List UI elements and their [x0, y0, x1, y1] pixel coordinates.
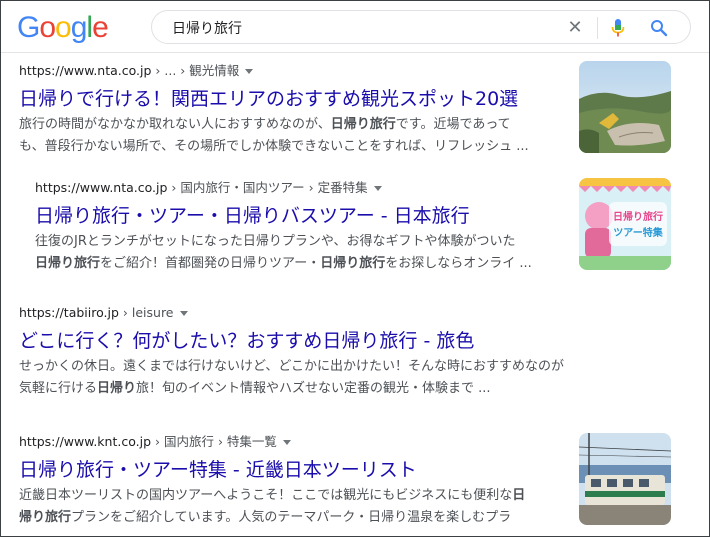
- snippet-line: 往復のJRとランチがセットになった日帰りプランや、お得なギフトや体験がついた: [35, 231, 532, 253]
- logo-letter: o: [55, 11, 72, 44]
- search-result: https://www.knt.co.jp › 国内旅行 › 特集一覧 日帰り旅…: [19, 433, 525, 529]
- result-breadcrumb: › 国内旅行・国内ツアー › 定番特集: [167, 180, 368, 195]
- snippet-text: プランをご紹介しています。人気のテーマパーク・日帰り温泉を楽しむプラ: [71, 510, 512, 525]
- snippet-line: 気軽に行ける日帰り旅！旬のイベント情報やハズせない定番の観光・体験まで ...: [19, 378, 564, 400]
- snippet-line: も、普段行かない場所で、その場所でしか体験できないことをすれば、リフレッシュ .…: [19, 136, 529, 158]
- result-cite[interactable]: https://tabiiro.jp › leisure: [19, 304, 564, 322]
- browser-frame: Google 日帰り旅行 ✕ https://www.nta.co.jp › .…: [0, 0, 710, 537]
- result-url: https://www.nta.co.jp: [35, 180, 168, 195]
- snippet-highlight: 日帰り旅行: [330, 117, 396, 132]
- logo-letter: G: [17, 11, 40, 44]
- chevron-down-icon[interactable]: [245, 69, 254, 74]
- snippet-highlight: 日帰り旅行: [35, 256, 101, 271]
- thumbnail-caption: 日帰り旅行: [613, 210, 663, 223]
- landscape-image: [579, 61, 671, 153]
- chevron-down-icon[interactable]: [282, 440, 291, 445]
- snippet-text: をご紹介！首都圏発の日帰りツアー・: [100, 256, 321, 271]
- train-photo-image: [579, 433, 671, 525]
- snippet-highlight: 日帰り旅行: [320, 256, 386, 271]
- snippet-line: せっかくの休日。遠くまでは行けないけど、どこかに出かけたい！そんな時におすすめな…: [19, 356, 564, 378]
- search-result: https://tabiiro.jp › leisure どこに行く？何がしたい…: [19, 304, 564, 400]
- snippet-line: 旅行の時間がなかなか取れない人におすすめなのが、日帰り旅行です。近場であって: [19, 114, 529, 136]
- search-input[interactable]: 日帰り旅行: [172, 18, 242, 38]
- result-url: https://tabiiro.jp: [19, 305, 119, 320]
- snippet-text: 近畿日本ツーリストの国内ツアーへようこそ！ここでは観光にもビジネスにも便利な: [19, 488, 513, 503]
- snippet-text: 往復のJRとランチがセットになった日帰りプランや、お得なギフトや体験がついた: [35, 234, 516, 249]
- search-icon[interactable]: [650, 19, 668, 37]
- result-thumbnail[interactable]: [579, 61, 671, 153]
- result-title-link[interactable]: 日帰りで行ける！関西エリアのおすすめ観光スポット20選: [19, 86, 529, 112]
- search-header: Google 日帰り旅行 ✕: [1, 1, 709, 53]
- result-url: https://www.knt.co.jp: [19, 434, 152, 449]
- result-breadcrumb: › leisure: [118, 305, 174, 320]
- tour-banner-image: 日帰り旅行 ツアー特集: [579, 178, 671, 270]
- logo-letter: e: [92, 11, 109, 44]
- result-cite[interactable]: https://www.nta.co.jp › ... › 観光情報: [19, 62, 529, 80]
- result-title-link[interactable]: 日帰り旅行・ツアー・日帰りバスツアー - 日本旅行: [35, 203, 532, 229]
- snippet-text: せっかくの休日。遠くまでは行けないけど、どこかに出かけたい！そんな時におすすめな…: [19, 359, 564, 374]
- logo-letter: g: [70, 11, 88, 44]
- result-snippet: せっかくの休日。遠くまでは行けないけど、どこかに出かけたい！そんな時におすすめな…: [19, 356, 564, 400]
- snippet-text: も、普段行かない場所で、その場所でしか体験できないことをすれば、リフレッシュ .…: [19, 139, 529, 154]
- search-box-divider: [597, 17, 598, 39]
- result-url: https://www.nta.co.jp: [19, 63, 152, 78]
- snippet-highlight: 帰り旅行: [19, 510, 72, 525]
- google-logo[interactable]: Google: [17, 11, 109, 44]
- clear-icon[interactable]: ✕: [565, 18, 585, 38]
- thumbnail-caption: ツアー特集: [613, 226, 663, 239]
- snippet-line: 日帰り旅行をご紹介！首都圏発の日帰りツアー・日帰り旅行をお探しならオンライ ..…: [35, 253, 532, 275]
- result-snippet: 旅行の時間がなかなか取れない人におすすめなのが、日帰り旅行です。近場であって も…: [19, 114, 529, 158]
- result-cite[interactable]: https://www.nta.co.jp › 国内旅行・国内ツアー › 定番特…: [35, 179, 532, 197]
- result-snippet: 往復のJRとランチがセットになった日帰りプランや、お得なギフトや体験がついた 日…: [35, 231, 532, 275]
- snippet-text: 旅行の時間がなかなか取れない人におすすめなのが、: [19, 117, 331, 132]
- search-result: https://www.nta.co.jp › 国内旅行・国内ツアー › 定番特…: [35, 179, 532, 275]
- search-result: https://www.nta.co.jp › ... › 観光情報 日帰りで行…: [19, 62, 529, 158]
- snippet-text: をお探しならオンライ ...: [385, 256, 532, 271]
- result-snippet: 近畿日本ツーリストの国内ツアーへようこそ！ここでは観光にもビジネスにも便利な日 …: [19, 485, 525, 529]
- result-breadcrumb: › 国内旅行 › 特集一覧: [151, 434, 277, 449]
- result-title-link[interactable]: どこに行く？何がしたい？おすすめ日帰り旅行 - 旅色: [19, 328, 564, 354]
- result-thumbnail[interactable]: [579, 433, 671, 525]
- chevron-down-icon[interactable]: [179, 311, 188, 316]
- chevron-down-icon[interactable]: [373, 186, 382, 191]
- snippet-highlight: 日帰り: [97, 381, 137, 396]
- search-box[interactable]: 日帰り旅行 ✕: [151, 10, 691, 44]
- result-breadcrumb: › ... › 観光情報: [151, 63, 240, 78]
- logo-letter: o: [39, 11, 56, 44]
- snippet-text: 気軽に行ける: [19, 381, 98, 396]
- result-cite[interactable]: https://www.knt.co.jp › 国内旅行 › 特集一覧: [19, 433, 525, 451]
- result-thumbnail[interactable]: 日帰り旅行 ツアー特集: [579, 178, 671, 270]
- snippet-line: 近畿日本ツーリストの国内ツアーへようこそ！ここでは観光にもビジネスにも便利な日: [19, 485, 525, 507]
- snippet-line: 帰り旅行プランをご紹介しています。人気のテーマパーク・日帰り温泉を楽しむプラ: [19, 507, 525, 529]
- result-title-link[interactable]: 日帰り旅行・ツアー特集 - 近畿日本ツーリスト: [19, 457, 525, 483]
- snippet-text: です。近場であって: [395, 117, 511, 132]
- snippet-highlight: 日: [512, 488, 526, 503]
- microphone-icon[interactable]: [611, 19, 625, 37]
- snippet-text: 旅！旬のイベント情報やハズせない定番の観光・体験まで ...: [136, 381, 491, 396]
